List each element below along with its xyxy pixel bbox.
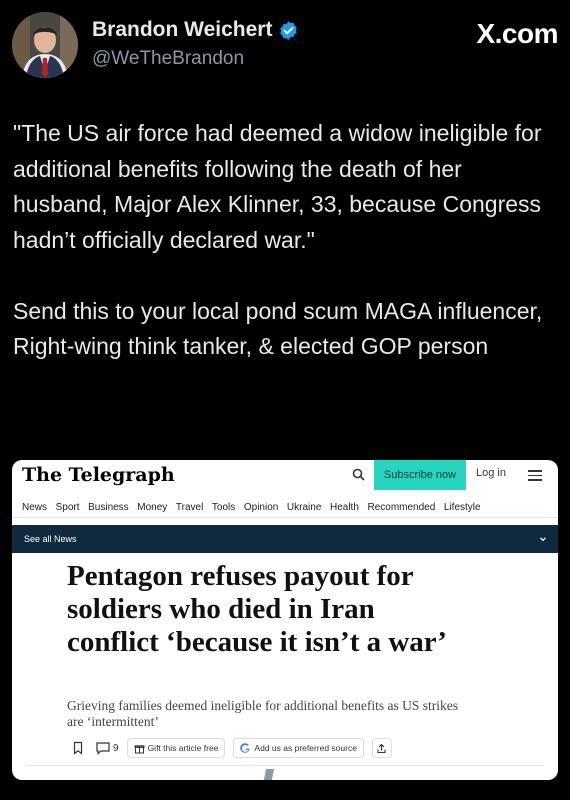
- article-standfirst: Grieving families deemed ineligible for …: [67, 698, 459, 729]
- nav-item-travel[interactable]: Travel: [176, 502, 203, 513]
- comments-button[interactable]: 9: [95, 741, 119, 755]
- share-icon: [377, 743, 387, 753]
- comment-icon: [96, 742, 110, 755]
- nav-item-opinion[interactable]: Opinion: [244, 502, 278, 513]
- google-g-icon: [240, 742, 251, 753]
- gift-icon: [134, 744, 145, 753]
- brand-watermark: X.com: [476, 18, 558, 49]
- preferred-source-button[interactable]: Add us as preferred source: [233, 738, 364, 758]
- see-all-news-bar[interactable]: See all News: [12, 525, 558, 553]
- preferred-source-label: Add us as preferred source: [254, 743, 357, 753]
- avatar-photo-icon: [12, 12, 78, 78]
- tweet-paragraph: "The US air force had deemed a widow ine…: [13, 120, 542, 253]
- gift-article-label: Gift this article free: [147, 743, 219, 753]
- article-headline: Pentagon refuses payout for soldiers who…: [67, 560, 447, 658]
- nav-item-ukraine[interactable]: Ukraine: [287, 502, 321, 513]
- nav-item-lifestyle[interactable]: Lifestyle: [444, 502, 481, 513]
- article-screenshot-card[interactable]: The Telegraph Subscribe now Log in News …: [12, 460, 558, 780]
- nav-item-tools[interactable]: Tools: [212, 502, 235, 513]
- nav-item-money[interactable]: Money: [137, 502, 167, 513]
- nav-item-business[interactable]: Business: [88, 502, 129, 513]
- telegraph-logo[interactable]: The Telegraph: [22, 464, 175, 486]
- card-divider: [26, 765, 544, 766]
- tweet-paragraph: Send this to your local pond scum MAGA i…: [13, 297, 543, 360]
- login-link[interactable]: Log in: [476, 467, 506, 479]
- verified-badge-icon: [280, 20, 298, 40]
- chevron-down-icon: [540, 537, 546, 542]
- share-button[interactable]: [371, 738, 392, 758]
- author-name[interactable]: Brandon Weichert: [92, 18, 272, 42]
- nav-item-health[interactable]: Health: [330, 502, 359, 513]
- article-actions: 9 Gift this article free Add us as prefe…: [67, 737, 392, 759]
- comment-count: 9: [113, 742, 119, 754]
- avatar[interactable]: [12, 12, 78, 78]
- telegraph-masthead: The Telegraph Subscribe now Log in: [12, 460, 558, 490]
- search-icon[interactable]: [350, 466, 368, 484]
- subscribe-button[interactable]: Subscribe now: [374, 460, 466, 490]
- author-name-row[interactable]: Brandon Weichert: [92, 18, 299, 42]
- bookmark-icon: [73, 741, 83, 755]
- hamburger-menu-icon[interactable]: [526, 466, 544, 484]
- section-nav: News Sport Business Money Travel Tools O…: [12, 498, 558, 518]
- author-handle[interactable]: @WeTheBrandon: [92, 48, 244, 70]
- nav-item-sport[interactable]: Sport: [56, 502, 80, 513]
- article-image-peek: [263, 769, 275, 780]
- tweet-text: "The US air force had deemed a widow ine…: [13, 116, 553, 365]
- see-all-news-label: See all News: [24, 534, 77, 544]
- bookmark-button[interactable]: [67, 737, 89, 759]
- nav-item-news[interactable]: News: [22, 502, 47, 513]
- tweet-header: Brandon Weichert @WeTheBrandon X.com: [12, 12, 558, 78]
- nav-item-recommended[interactable]: Recommended: [367, 502, 435, 513]
- gift-article-button[interactable]: Gift this article free: [126, 738, 226, 758]
